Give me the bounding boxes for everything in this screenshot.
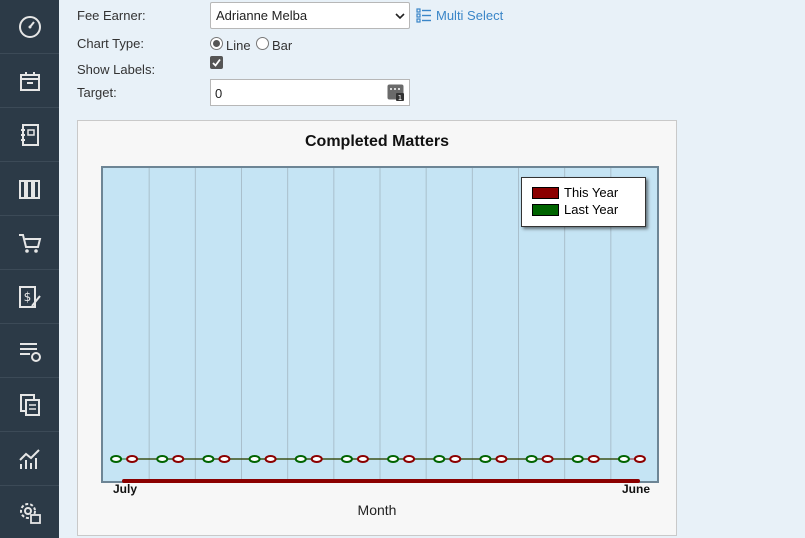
sidebar: $ [0, 0, 59, 538]
analytics-chart-icon [18, 448, 40, 469]
sidebar-item-dashboard[interactable] [0, 0, 59, 54]
data-point-last-year [202, 455, 215, 463]
multi-select-label: Multi Select [436, 7, 504, 23]
x-axis-label: Month [357, 502, 397, 518]
legend-item-last-year: Last Year [532, 202, 618, 217]
data-point-last-year [571, 455, 584, 463]
data-point-this-year [126, 455, 139, 463]
dashboard-gauge-icon [18, 15, 41, 38]
x-tick-label: July [113, 482, 137, 496]
legend-label-this-year: This Year [564, 185, 619, 200]
sidebar-item-archive[interactable] [0, 54, 59, 108]
fee-earner-select[interactable]: Adrianne Melba [210, 2, 410, 29]
checklist-icon [416, 8, 431, 23]
data-point-this-year [218, 455, 231, 463]
legend-swatch-this-year [532, 186, 559, 199]
sidebar-item-settings[interactable] [0, 486, 59, 538]
legend-label-last-year: Last Year [564, 202, 619, 217]
data-point-last-year [387, 455, 400, 463]
svg-text:1: 1 [398, 94, 402, 102]
chart-type-label: Chart Type: [77, 36, 144, 51]
x-tick-label: June [622, 482, 650, 496]
data-point-this-year [633, 455, 646, 463]
chart-panel: Completed Matters July June Month This Ye… [77, 120, 677, 536]
sidebar-item-documents[interactable] [0, 378, 59, 432]
sidebar-item-library[interactable] [0, 162, 59, 216]
data-point-this-year [587, 455, 600, 463]
sidebar-item-analytics[interactable] [0, 432, 59, 486]
data-point-last-year [479, 455, 492, 463]
target-input[interactable]: 0 1 [210, 79, 410, 106]
notebook-icon [20, 123, 39, 146]
documents-icon [19, 393, 40, 416]
settings-gear-icon [19, 502, 41, 524]
chart-type-bar-label[interactable]: Bar [272, 38, 292, 53]
data-point-this-year [541, 455, 554, 463]
data-point-this-year [172, 455, 185, 463]
data-point-last-year [248, 455, 261, 463]
sidebar-item-billing[interactable]: $ [0, 270, 59, 324]
data-point-this-year [356, 455, 369, 463]
data-point-last-year [433, 455, 446, 463]
calculator-icon[interactable]: 1 [387, 84, 405, 102]
data-point-last-year [340, 455, 353, 463]
svg-text:$: $ [23, 290, 31, 304]
library-books-icon [18, 179, 40, 199]
shopping-cart-icon [18, 233, 41, 253]
archive-box-icon [19, 71, 40, 91]
sidebar-item-cart[interactable] [0, 216, 59, 270]
legend-swatch-last-year [532, 203, 559, 216]
data-point-this-year [310, 455, 323, 463]
target-value: 0 [215, 86, 223, 101]
billing-edit-icon: $ [18, 285, 41, 308]
data-point-last-year [110, 455, 123, 463]
show-labels-checkbox[interactable] [210, 56, 223, 69]
list-settings-icon [19, 342, 41, 362]
data-point-this-year [495, 455, 508, 463]
data-point-this-year [403, 455, 416, 463]
chart-type-line-radio[interactable] [210, 37, 223, 50]
chart-type-line-label[interactable]: Line [226, 38, 251, 53]
data-point-last-year [617, 455, 630, 463]
checkmark-icon [212, 58, 221, 67]
show-labels-label: Show Labels: [77, 62, 156, 77]
fee-earner-value: Adrianne Melba [216, 8, 308, 23]
sidebar-item-notebook[interactable] [0, 108, 59, 162]
data-point-this-year [264, 455, 277, 463]
legend-item-this-year: This Year [532, 185, 618, 200]
chart-type-bar-radio[interactable] [256, 37, 269, 50]
data-point-last-year [294, 455, 307, 463]
multi-select-link[interactable]: Multi Select [416, 7, 503, 23]
data-point-this-year [449, 455, 462, 463]
sidebar-item-list-settings[interactable] [0, 324, 59, 378]
chart-legend: This Year Last Year [521, 177, 646, 227]
target-label: Target: [77, 85, 117, 100]
chevron-down-icon [395, 13, 405, 20]
data-point-last-year [156, 455, 169, 463]
fee-earner-label: Fee Earner: [77, 8, 146, 23]
data-point-last-year [525, 455, 538, 463]
